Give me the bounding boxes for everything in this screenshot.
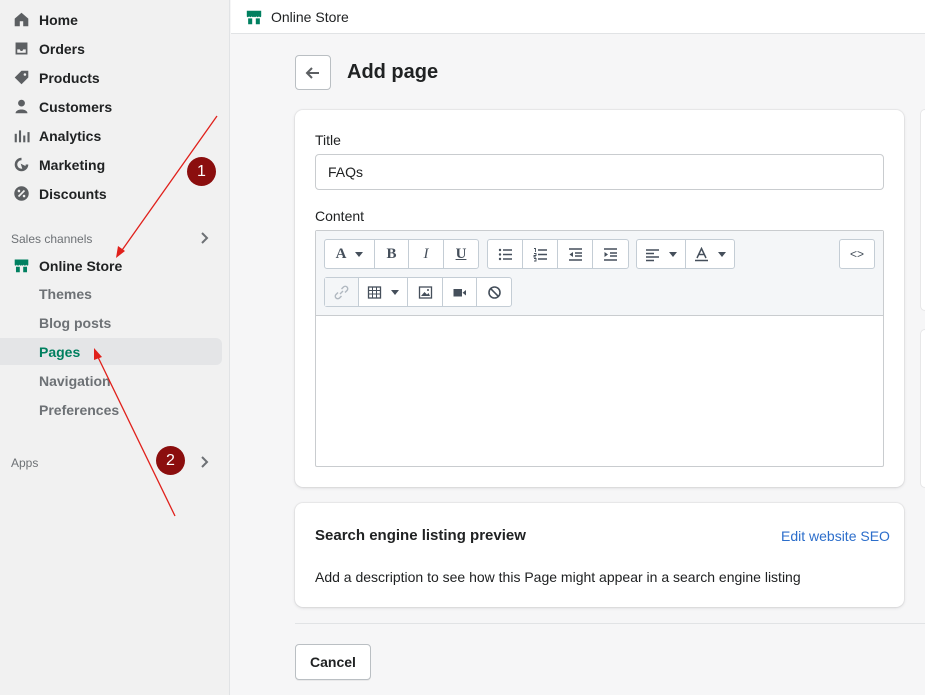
content-label: Content	[315, 208, 365, 224]
editor-body[interactable]	[316, 317, 883, 466]
rich-text-editor: A B I U <>	[315, 230, 884, 467]
align-left-icon	[646, 248, 659, 261]
nav-products-label: Products	[39, 69, 100, 86]
show-html-button[interactable]: <>	[840, 240, 874, 268]
nav-orders-label: Orders	[39, 40, 85, 57]
indent-button[interactable]	[593, 240, 628, 268]
bullet-list-button[interactable]	[488, 240, 523, 268]
annotation-badge-1: 1	[187, 157, 216, 186]
align-color-group	[636, 239, 735, 269]
edit-seo-link[interactable]: Edit website SEO	[781, 528, 890, 544]
outdent-button[interactable]	[558, 240, 593, 268]
side-card-edge	[921, 110, 925, 310]
nav-analytics[interactable]: Analytics	[0, 122, 222, 149]
seo-description: Add a description to see how this Page m…	[315, 569, 801, 585]
caret-down-icon	[669, 251, 677, 257]
arrow-left-icon	[305, 66, 319, 79]
nav-orders[interactable]: Orders	[0, 35, 222, 62]
chevron-right-icon[interactable]	[197, 231, 211, 245]
caret-down-icon	[391, 289, 399, 295]
side-card-edge	[921, 330, 925, 487]
store-icon	[246, 10, 262, 24]
font-style-dropdown[interactable]: A	[325, 240, 375, 268]
nav-products[interactable]: Products	[0, 64, 222, 91]
insert-link-button[interactable]	[325, 278, 359, 306]
discount-icon	[12, 185, 30, 203]
outdent-icon	[568, 247, 582, 261]
clear-formatting-button[interactable]	[477, 278, 511, 306]
bar-chart-icon	[12, 127, 30, 145]
nav-analytics-label: Analytics	[39, 127, 102, 144]
sub-item-preferences[interactable]: Preferences	[0, 396, 222, 423]
title-label: Title	[315, 132, 341, 148]
text-color-dropdown[interactable]	[686, 240, 734, 268]
orders-icon	[12, 40, 30, 58]
image-icon	[418, 285, 432, 299]
marketing-icon	[12, 156, 30, 174]
nav-home[interactable]: Home	[0, 6, 222, 33]
table-icon	[367, 285, 382, 299]
sub-item-navigation[interactable]: Navigation	[0, 367, 222, 394]
caret-down-icon	[718, 251, 726, 257]
underline-button[interactable]: U	[444, 240, 478, 268]
seo-heading: Search engine listing preview	[315, 527, 526, 544]
home-icon	[12, 11, 30, 29]
footer-divider	[295, 623, 925, 624]
nav-home-label: Home	[39, 11, 78, 28]
top-bar: Online Store	[231, 0, 925, 34]
insert-image-button[interactable]	[408, 278, 443, 306]
insert-video-button[interactable]	[443, 278, 477, 306]
person-icon	[12, 98, 30, 116]
nav-customers[interactable]: Customers	[0, 93, 222, 120]
nav-online-store[interactable]: Online Store	[0, 252, 222, 279]
link-icon	[334, 285, 349, 299]
top-bar-title: Online Store	[271, 8, 349, 25]
font-style-label: A	[335, 245, 347, 262]
clear-formatting-icon	[487, 285, 501, 299]
store-icon	[12, 257, 30, 275]
chevron-right-icon[interactable]	[197, 455, 211, 469]
nav-discounts[interactable]: Discounts	[0, 180, 222, 207]
page-title: Add page	[347, 61, 439, 83]
bold-button[interactable]: B	[375, 240, 409, 268]
sub-item-blog-posts[interactable]: Blog posts	[0, 309, 222, 336]
list-indent-group	[487, 239, 629, 269]
video-icon	[453, 288, 466, 296]
apps-label: Apps	[11, 456, 39, 470]
tag-icon	[12, 69, 30, 87]
italic-button[interactable]: I	[409, 240, 444, 268]
sales-channels-label: Sales channels	[11, 232, 93, 246]
sidebar: Home Orders Products Customers Analytics…	[0, 0, 230, 695]
numbered-list-button[interactable]	[523, 240, 558, 268]
html-group: <>	[839, 239, 875, 269]
editor-toolbar: A B I U <>	[316, 231, 883, 316]
nav-discounts-label: Discounts	[39, 185, 107, 202]
caret-down-icon	[355, 251, 364, 257]
annotation-badge-2: 2	[156, 446, 185, 475]
sub-item-pages[interactable]: Pages	[0, 338, 222, 365]
title-input[interactable]: FAQs	[315, 154, 884, 190]
nav-customers-label: Customers	[39, 98, 113, 115]
text-color-icon	[695, 246, 708, 261]
nav-online-store-label: Online Store	[39, 257, 123, 274]
align-dropdown[interactable]	[637, 240, 686, 268]
back-button[interactable]	[295, 55, 331, 90]
insert-table-dropdown[interactable]	[359, 278, 408, 306]
cancel-button[interactable]: Cancel	[295, 644, 371, 680]
numbered-list-icon	[533, 247, 547, 261]
sub-item-themes[interactable]: Themes	[0, 280, 222, 307]
insert-group	[324, 277, 512, 307]
text-format-group: A B I U	[324, 239, 479, 269]
bullet-list-icon	[498, 248, 512, 260]
indent-icon	[604, 247, 617, 261]
seo-card	[295, 503, 904, 607]
nav-marketing-label: Marketing	[39, 156, 106, 173]
